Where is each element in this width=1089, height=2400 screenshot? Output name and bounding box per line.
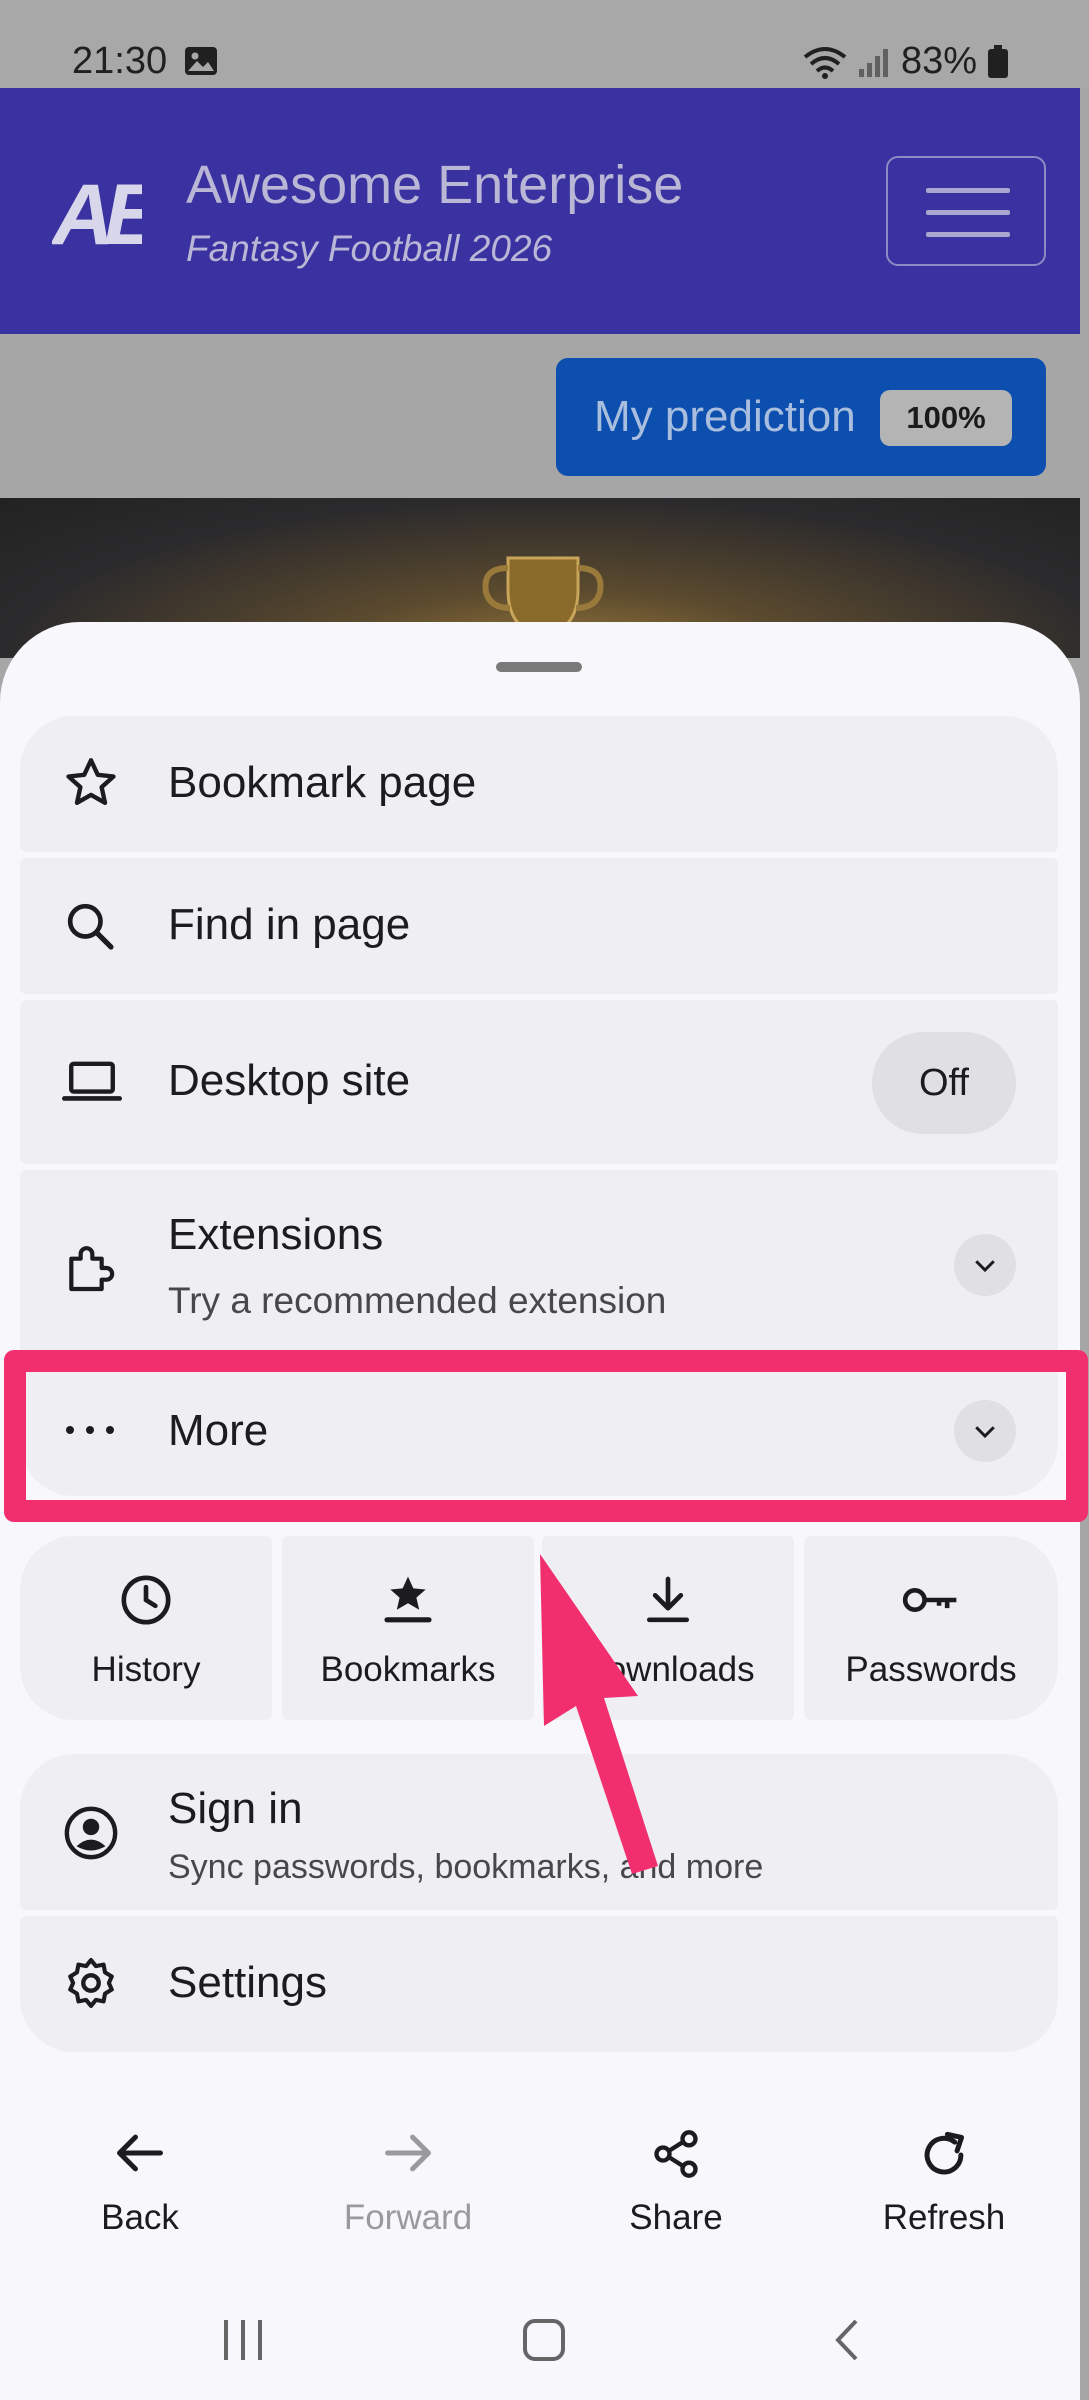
sheet-drag-handle[interactable] (496, 662, 582, 672)
laptop-icon (62, 1061, 122, 1101)
status-bar: 21:30 83% (0, 0, 1089, 88)
tile-bookmarks-label: Bookmarks (320, 1650, 496, 1689)
battery-icon (988, 44, 1008, 78)
extensions-subtitle: Try a recommended extension (168, 1280, 667, 1321)
recent-apps-icon[interactable] (222, 2318, 264, 2362)
extensions-label: Extensions (168, 1210, 384, 1259)
refresh-icon (924, 2131, 965, 2175)
site-logo[interactable]: AE (52, 172, 142, 252)
chevron-down-icon (975, 1260, 995, 1273)
puzzle-piece-icon (69, 1246, 115, 1292)
annotation-arrow (540, 1554, 658, 1874)
system-back-icon[interactable] (832, 2318, 862, 2362)
signal-icon (858, 48, 888, 77)
my-prediction-button[interactable]: My prediction 100% (556, 358, 1046, 476)
find-in-page-label: Find in page (168, 900, 411, 949)
site-logo-text: AE (52, 172, 142, 252)
nav-refresh-button[interactable]: Refresh (834, 2122, 1054, 2252)
nav-share-label: Share (629, 2198, 723, 2237)
extensions-expand-button[interactable] (954, 1234, 1016, 1296)
sign-in-subtitle: Sync passwords, bookmarks, and more (168, 1848, 764, 1886)
my-prediction-label: My prediction (594, 392, 856, 441)
highlight-box (4, 1350, 1088, 1522)
tile-history-label: History (91, 1650, 201, 1689)
battery-percent: 83% (900, 40, 977, 82)
sign-in-label: Sign in (168, 1784, 303, 1833)
account-circle-icon (64, 1806, 118, 1860)
bookmarks-icon (384, 1576, 432, 1623)
screen: 21:30 83% AE Awesome Enterprise Fantasy … (0, 0, 1089, 2400)
home-icon[interactable] (522, 2318, 566, 2362)
desktop-site-toggle[interactable]: Off (872, 1032, 1016, 1134)
nav-back-button[interactable]: Back (30, 2122, 250, 2252)
nav-forward-label: Forward (343, 2198, 473, 2237)
site-subtitle: Fantasy Football 2026 (186, 228, 553, 269)
arrow-left-icon (117, 2134, 163, 2172)
tile-history[interactable]: History (20, 1536, 272, 1720)
arrow-right-icon (385, 2134, 431, 2172)
bookmark-page-label: Bookmark page (168, 758, 477, 807)
tile-passwords-label: Passwords (845, 1650, 1017, 1689)
search-icon (67, 903, 114, 950)
menu-item-desktop-site[interactable]: Desktop site Off (20, 1000, 1058, 1164)
star-outline-icon (66, 758, 116, 805)
site-title: Awesome Enterprise (186, 155, 684, 215)
menu-item-find-in-page[interactable]: Find in page (20, 858, 1058, 994)
key-icon (902, 1588, 957, 1612)
site-header: AE Awesome Enterprise Fantasy Football 2… (0, 88, 1080, 334)
menu-item-bookmark-page[interactable]: Bookmark page (20, 716, 1058, 852)
image-notification-icon (185, 47, 217, 75)
nav-share-button[interactable]: Share (566, 2122, 786, 2252)
tile-bookmarks[interactable]: Bookmarks (282, 1536, 534, 1720)
wifi-icon (803, 46, 847, 79)
prediction-badge: 100% (880, 390, 1012, 446)
hamburger-menu-button[interactable] (886, 156, 1046, 266)
menu-item-settings[interactable]: Settings (20, 1916, 1058, 2052)
settings-label: Settings (168, 1958, 327, 2007)
nav-refresh-label: Refresh (882, 2198, 1006, 2237)
history-clock-icon (121, 1575, 171, 1625)
tile-passwords[interactable]: Passwords (804, 1536, 1058, 1720)
share-icon (654, 2130, 698, 2178)
nav-back-label: Back (101, 2198, 179, 2237)
status-right: 83% (803, 40, 1009, 83)
prediction-area: My prediction 100% (0, 334, 1080, 498)
gear-icon (68, 1957, 114, 2009)
desktop-site-label: Desktop site (168, 1056, 411, 1105)
status-time: 21:30 (72, 40, 168, 82)
menu-item-extensions[interactable]: Extensions Try a recommended extension (20, 1170, 1058, 1360)
nav-forward-button[interactable]: Forward (298, 2122, 518, 2252)
